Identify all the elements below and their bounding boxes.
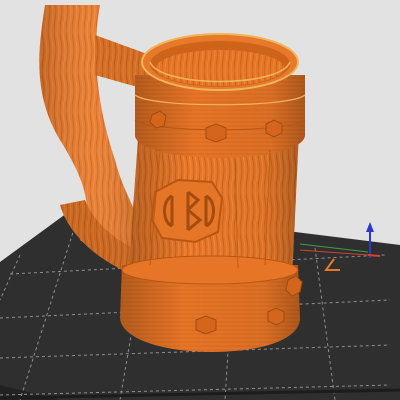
z-axis-arrow-icon bbox=[366, 222, 374, 232]
3d-viewport[interactable] bbox=[0, 0, 400, 400]
d20-dice-emblem-icon bbox=[150, 178, 224, 244]
x-axis-stub bbox=[367, 254, 381, 257]
scene-canvas[interactable] bbox=[0, 0, 400, 400]
